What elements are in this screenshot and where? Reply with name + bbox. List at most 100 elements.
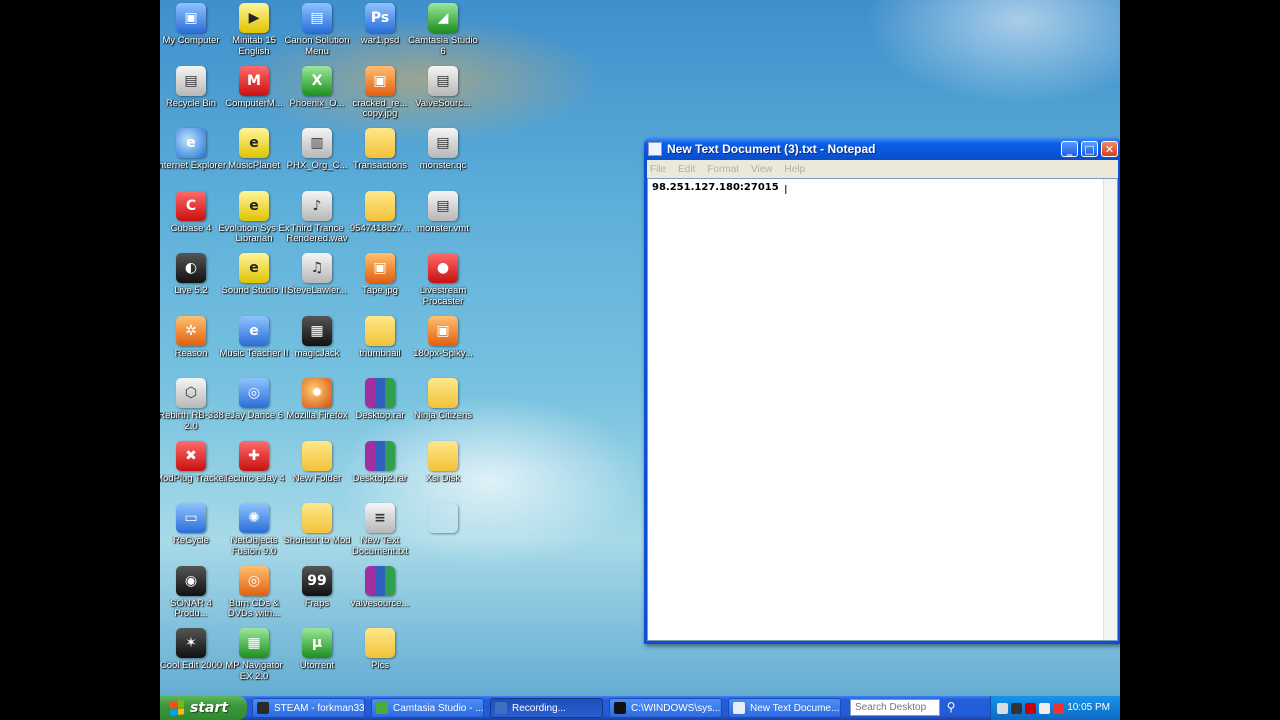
desktop-icon[interactable]: ▣ Tape.jpg	[349, 253, 411, 315]
desktop-icon[interactable]: X Phoenix_O...	[286, 65, 348, 128]
desktop-icon[interactable]: C Cubase 4	[160, 190, 222, 253]
text-editor[interactable]: 98.251.127.180:27015 I	[647, 178, 1118, 641]
desktop-icon[interactable]: ◎ eJay Dance 6	[223, 378, 285, 440]
desktop-icon-label: Fraps	[304, 598, 330, 609]
desktop-icon[interactable]: e Sound Studio II	[222, 253, 286, 315]
desktop-icon[interactable]: µ Utorrent	[286, 628, 348, 690]
desktop-icon[interactable]: ✹ Mozilla Firefox	[286, 378, 348, 440]
desktop-icon[interactable]: ● Livestream Procaster	[412, 253, 474, 315]
taskbar-button[interactable]: C:\WINDOWS\sys...	[609, 698, 722, 718]
taskbar-button[interactable]: STEAM - forkman33	[252, 698, 365, 718]
security-tray-icon[interactable]	[1053, 702, 1064, 714]
desktop-icon[interactable]: ✺ NetObjects Fusion 9.0	[223, 503, 285, 565]
search-desktop-input[interactable]	[850, 699, 940, 716]
desktop-icon[interactable]: New Folder	[286, 440, 348, 503]
desktop-icon[interactable]: ✖ ModPlug Tracker	[160, 440, 227, 503]
modplug-icon: ✖	[176, 440, 206, 471]
vertical-scrollbar[interactable]	[1103, 179, 1117, 640]
desktop-icon[interactable]: ⬡ Rebirth RB-338 2.0	[160, 378, 224, 440]
desktop-icon[interactable]: 99 Fraps	[286, 565, 348, 628]
document-text[interactable]: 98.251.127.180:27015	[652, 182, 779, 193]
desktop-icon[interactable]: ▤ Canon Solution Menu	[285, 3, 349, 65]
desktop-icon[interactable]: Desktop.rar	[349, 378, 411, 440]
desktop-icon[interactable]: ▶ Minitab 15 English	[223, 3, 285, 65]
mp-navigator-icon: ▦	[239, 628, 269, 658]
netobjects-icon: ✺	[239, 503, 269, 533]
desktop-icon[interactable]: ▦ MP Navigator EX 2.0	[223, 628, 285, 690]
close-button[interactable]: ✕	[1101, 141, 1118, 157]
menu-edit[interactable]: Edit	[678, 164, 695, 175]
desktop-icon[interactable]: ▦ magicJack	[286, 315, 348, 378]
desktop-icon[interactable]: ♫ SteveLawler...	[286, 253, 348, 315]
menu-file[interactable]: File	[650, 164, 666, 175]
desktop-icon[interactable]: Xsi Disk	[412, 440, 474, 503]
desktop-icon[interactable]: e MusicPlanet	[223, 128, 285, 190]
desktop-icon-label: 9547418uz7...	[349, 223, 411, 234]
desktop-icon[interactable]: Ninja Citizens	[412, 378, 474, 440]
desktop-icon-label: Desktop2.rar	[352, 473, 408, 484]
clock: 10:05 PM	[1067, 702, 1110, 713]
desktop-icon[interactable]: ✲ Reason	[160, 315, 222, 378]
desktop-icon[interactable]: ▣ My Computer	[160, 3, 222, 65]
notepad-window[interactable]: New Text Document (3).txt - Notepad _ □ …	[644, 138, 1120, 644]
network-tray-icon[interactable]	[997, 702, 1008, 714]
desktop-icon[interactable]: e Evolution Sys Ex Librarian	[218, 190, 290, 253]
desktop-icon[interactable]: ▤ monster.vmt	[412, 190, 474, 253]
desktop-icon[interactable]: e Music Teacher II	[220, 315, 289, 378]
desktop-icon[interactable]: ▭ ReCycle	[160, 503, 222, 565]
desktop-icon[interactable]: Ps war1.psd	[349, 3, 411, 65]
maximize-button[interactable]: □	[1081, 141, 1098, 157]
menu-bar: File Edit Format View Help	[647, 160, 1118, 178]
desktop-icon[interactable]: ▣ cracked_re... copy.jpg	[349, 65, 411, 128]
folder-icon	[365, 190, 395, 221]
desktop-icon[interactable]: thumbnail	[349, 315, 411, 378]
taskbar-button[interactable]: New Text Docume...	[728, 698, 841, 718]
desktop-icon[interactable]: ▤ ValveSourc...	[412, 65, 474, 128]
desktop-icon[interactable]: ≡ New Text Document.txt	[349, 503, 411, 565]
menu-help[interactable]: Help	[785, 164, 806, 175]
desktop-icon[interactable]: ▤ monster.qc	[412, 128, 474, 190]
search-icon[interactable]: ⚲	[942, 699, 960, 716]
desktop-icon[interactable]: ▣ 180px-Spiky...	[412, 315, 474, 378]
volume-tray-icon[interactable]	[1039, 702, 1050, 714]
desktop-icon[interactable]: ✚ Techno eJay 4	[223, 440, 285, 503]
taskbar-button[interactable]: Recording...	[490, 698, 603, 718]
image-file-icon: ▣	[428, 315, 458, 346]
image-file-icon: ▣	[365, 65, 395, 96]
desktop-icon[interactable]: Pics	[349, 628, 411, 690]
minimize-button[interactable]: _	[1061, 141, 1078, 157]
desktop-icon[interactable]: ▤ Recycle Bin	[160, 65, 222, 128]
desktop-icon[interactable]: ◢ Camtasia Studio 6	[408, 3, 478, 65]
desktop-icon[interactable]: ◉ SONAR 4 Produ...	[160, 565, 222, 628]
desktop-icon-label: Cool Edit 2000	[160, 661, 223, 671]
steam-tray-icon[interactable]	[1011, 702, 1022, 714]
desktop-icon-label: Mozilla Firefox	[286, 411, 348, 421]
taskbar-button[interactable]: Camtasia Studio - ...	[371, 698, 484, 718]
desktop-icon-label: NetObjects Fusion 9.0	[230, 536, 278, 557]
desktop-icon-label: Canon Solution Menu	[284, 36, 350, 57]
desktop-icon[interactable]: Shortcut to Mod	[283, 503, 351, 565]
record-tray-icon[interactable]	[1025, 702, 1036, 714]
computer-music-icon: M	[239, 65, 269, 96]
desktop-icon[interactable]: M ComputerM...	[223, 65, 285, 128]
desktop-icon[interactable]: ✶ Cool Edit 2000	[160, 628, 222, 690]
desktop-icon[interactable]: ◎ Burn CDs & DVDs with...	[223, 565, 285, 628]
menu-format[interactable]: Format	[707, 164, 739, 175]
desktop-icon-label: New Text Document.txt	[352, 536, 408, 557]
title-bar[interactable]: New Text Document (3).txt - Notepad _ □ …	[644, 138, 1120, 160]
desktop-icon[interactable]: valvesource...	[349, 565, 411, 628]
desktop-icon[interactable]: Desktop2.rar	[349, 440, 411, 503]
desktop-icon[interactable]: ◐ Live 5.2	[160, 253, 222, 315]
menu-view[interactable]: View	[751, 164, 773, 175]
burn-cd-icon: ◎	[239, 565, 269, 596]
task-app-icon	[376, 702, 388, 714]
desktop-icon[interactable]	[412, 503, 474, 565]
desktop-icon[interactable]: ♪ Third Trance Rendered.wav	[286, 190, 348, 253]
desktop-icon[interactable]: e Internet Explorer	[160, 128, 226, 190]
desktop-icon[interactable]: Transactions	[349, 128, 411, 190]
system-tray: 10:05 PM	[990, 696, 1120, 720]
desktop-icon[interactable]: 9547418uz7...	[349, 190, 411, 253]
desktop-icon[interactable]: ▥ PHX_Org_C...	[286, 128, 348, 190]
desktop-icon-label: Music Teacher II	[219, 348, 289, 359]
start-button[interactable]: start	[160, 696, 247, 720]
